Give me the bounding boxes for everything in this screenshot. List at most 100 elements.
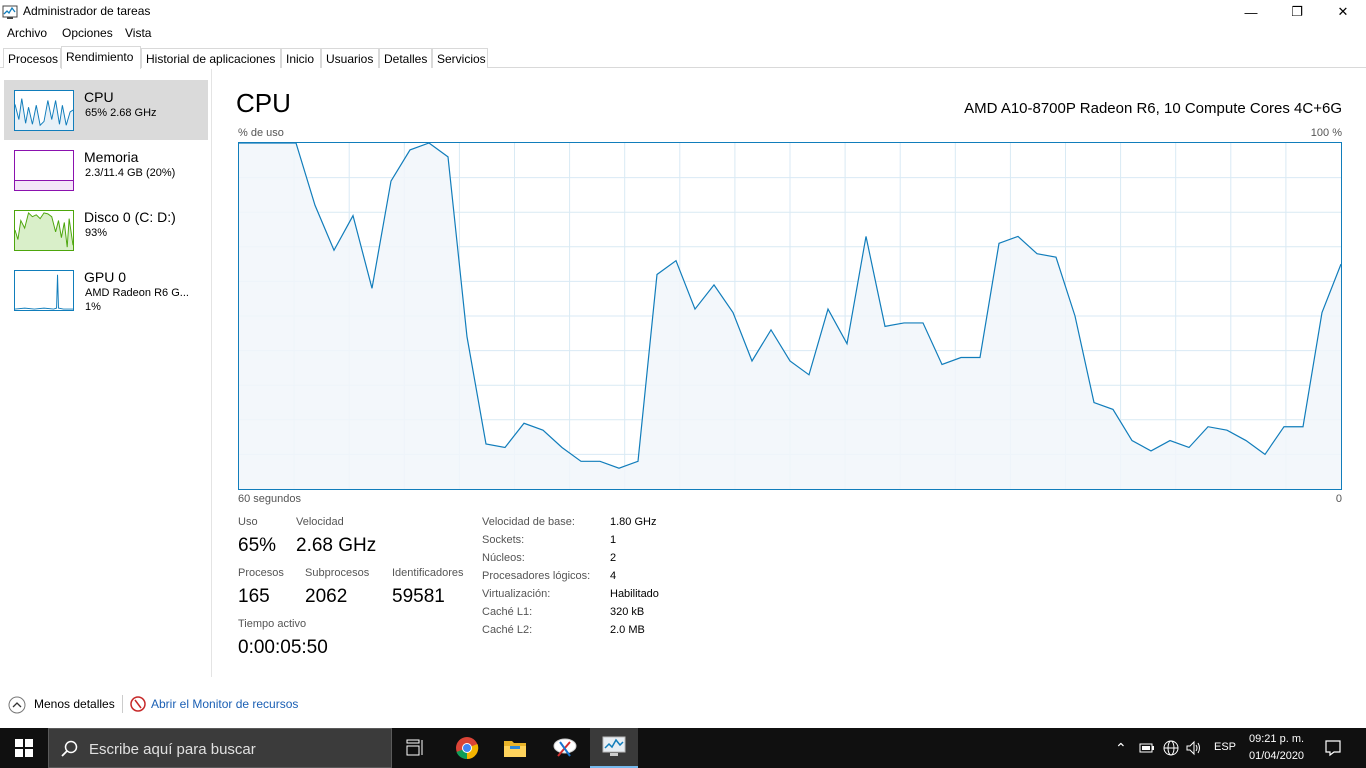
footer-bar: Menos detalles Abrir el Monitor de recur… [0, 690, 1366, 720]
less-details-link[interactable]: Menos detalles [34, 697, 115, 711]
volume-icon[interactable] [1186, 740, 1202, 756]
clock-date[interactable]: 01/04/2020 [1249, 750, 1304, 762]
cpu-thumbnail [14, 90, 74, 131]
tab-bar: Procesos Rendimiento Historial de aplica… [0, 46, 1366, 69]
task-manager-button[interactable] [590, 728, 638, 768]
title-bar: Administrador de tareas — ❐ ✕ [0, 0, 1366, 24]
resource-monitor-link[interactable]: Abrir el Monitor de recursos [151, 697, 298, 711]
info-value: 1 [610, 534, 617, 546]
chrome-icon [456, 737, 479, 760]
folder-icon [504, 741, 526, 757]
sidebar-gpu-sub2: 1% [85, 301, 101, 313]
info-label: Caché L1: [482, 606, 533, 618]
close-button[interactable]: ✕ [1320, 0, 1366, 24]
tab-usuarios[interactable]: Usuarios [321, 48, 379, 68]
task-manager-icon [2, 5, 18, 19]
page-title: CPU [236, 88, 291, 118]
menu-opciones[interactable]: Opciones [62, 26, 113, 40]
sidebar-gpu-sub: AMD Radeon R6 G... [85, 287, 189, 299]
gpu-thumbnail [14, 270, 74, 311]
sidebar-disco-name: Disco 0 (C: D:) [84, 209, 176, 225]
velocidad-label: Velocidad [296, 516, 344, 528]
tab-historial[interactable]: Historial de aplicaciones [141, 48, 281, 68]
subprocesos-value: 2062 [305, 586, 348, 607]
performance-sidebar: CPU 65% 2.68 GHz Memoria 2.3/11.4 GB (20… [0, 69, 212, 677]
sidebar-item-cpu[interactable]: CPU 65% 2.68 GHz [4, 80, 208, 140]
sidebar-disco-sub: 93% [85, 227, 108, 239]
minimize-button[interactable]: — [1228, 0, 1274, 24]
tab-inicio[interactable]: Inicio [281, 48, 321, 68]
info-value: Habilitado [610, 588, 659, 600]
maximize-button[interactable]: ❐ [1274, 0, 1320, 24]
search-icon [61, 740, 78, 757]
sidebar-memoria-sub: 2.3/11.4 GB (20%) [85, 167, 176, 179]
battery-icon[interactable] [1139, 741, 1155, 755]
sidebar-memoria-name: Memoria [84, 149, 139, 165]
info-value: 1.80 GHz [610, 516, 657, 528]
uso-value: 65% [238, 535, 277, 556]
cpu-usage-graph [238, 142, 1342, 490]
task-view-button[interactable] [392, 728, 440, 768]
procesos-label: Procesos [238, 567, 284, 579]
snipping-tool-button[interactable] [541, 728, 589, 768]
windows-icon [15, 739, 33, 757]
cpu-model-name: AMD A10-8700P Radeon R6, 10 Compute Core… [964, 100, 1342, 117]
graph-label-max: 100 % [1310, 127, 1342, 139]
graph-label-usage: % de uso [238, 127, 284, 139]
sidebar-item-memoria[interactable]: Memoria 2.3/11.4 GB (20%) [4, 140, 208, 200]
clock-time[interactable]: 09:21 p. m. [1249, 733, 1304, 745]
chevron-up-tray-icon[interactable]: ⌃ [1115, 740, 1127, 757]
chrome-button[interactable] [443, 728, 491, 768]
close-icon: ✕ [1337, 4, 1349, 19]
subprocesos-label: Subprocesos [305, 567, 370, 579]
network-icon[interactable] [1163, 740, 1179, 756]
procesos-value: 165 [238, 586, 270, 607]
snipping-tool-icon [553, 738, 577, 757]
resource-monitor-icon [130, 696, 146, 712]
info-label: Núcleos: [482, 552, 525, 564]
sidebar-item-disco[interactable]: Disco 0 (C: D:) 93% [4, 200, 208, 260]
graph-label-zero: 0 [1335, 493, 1342, 505]
notifications-icon[interactable] [1324, 739, 1342, 757]
footer-divider [122, 695, 123, 713]
tab-servicios[interactable]: Servicios [432, 48, 488, 68]
info-label: Procesadores lógicos: [482, 570, 591, 582]
chevron-up-icon[interactable] [8, 696, 26, 714]
tab-detalles[interactable]: Detalles [379, 48, 432, 68]
file-explorer-button[interactable] [491, 728, 539, 768]
maximize-icon: ❐ [1291, 4, 1303, 19]
menu-bar: Archivo Opciones Vista [0, 24, 1366, 44]
sidebar-cpu-sub: 65% 2.68 GHz [85, 107, 157, 119]
info-value: 320 kB [610, 606, 645, 618]
info-value: 2 [610, 552, 617, 564]
task-view-icon [406, 739, 423, 756]
info-label: Velocidad de base: [482, 516, 575, 528]
language-indicator[interactable]: ESP [1214, 741, 1236, 753]
identificadores-value: 59581 [392, 586, 445, 607]
tiempo-activo-label: Tiempo activo [238, 618, 307, 630]
menu-archivo[interactable]: Archivo [7, 26, 47, 40]
info-label: Virtualización: [482, 588, 551, 600]
identificadores-label: Identificadores [392, 567, 464, 579]
sidebar-item-gpu[interactable]: GPU 0 AMD Radeon R6 G... 1% [4, 260, 208, 320]
info-label: Sockets: [482, 534, 525, 546]
info-value: 2.0 MB [610, 624, 645, 636]
start-button[interactable] [0, 728, 48, 768]
memory-thumbnail [14, 150, 74, 191]
velocidad-value: 2.68 GHz [296, 535, 377, 556]
search-placeholder: Escribe aquí para buscar [89, 741, 256, 758]
taskbar: Escribe aquí para buscar ⌃ ESP 09:21 p. … [0, 728, 1366, 768]
sidebar-gpu-name: GPU 0 [84, 269, 127, 285]
menu-vista[interactable]: Vista [125, 26, 151, 40]
minimize-icon: — [1244, 4, 1258, 20]
disk-thumbnail [14, 210, 74, 251]
sidebar-cpu-name: CPU [84, 89, 114, 105]
taskbar-search[interactable]: Escribe aquí para buscar [48, 728, 392, 768]
tiempo-activo-value: 0:00:05:50 [238, 637, 328, 658]
graph-label-time: 60 segundos [238, 493, 301, 505]
uso-label: Uso [238, 516, 258, 528]
window-title: Administrador de tareas [23, 4, 151, 18]
tab-rendimiento[interactable]: Rendimiento [61, 46, 141, 69]
info-label: Caché L2: [482, 624, 533, 636]
tab-procesos[interactable]: Procesos [3, 48, 61, 68]
